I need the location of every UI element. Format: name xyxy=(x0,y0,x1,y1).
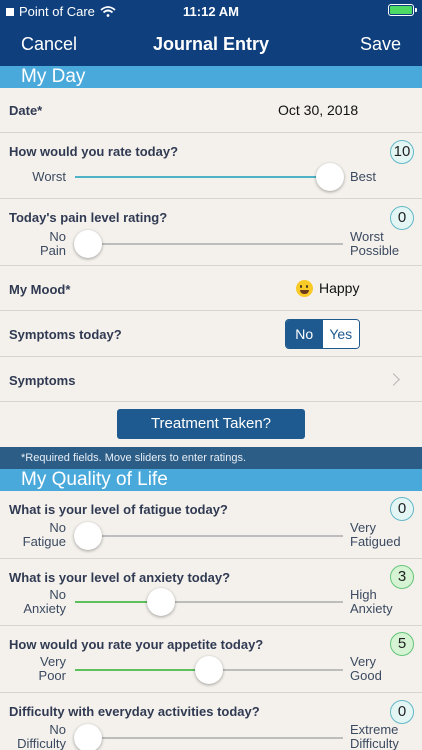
fatigue-min-label: No Fatigue xyxy=(0,521,66,549)
appetite-row: How would you rate your appetite today? … xyxy=(0,626,422,693)
date-value[interactable]: Oct 30, 2018 xyxy=(278,102,358,118)
fatigue-max-label-line1: Very xyxy=(350,520,377,535)
rate-today-value-badge: 10 xyxy=(390,140,414,164)
fatigue-value-badge: 0 xyxy=(390,497,414,521)
rate-today-min-label: Worst xyxy=(32,169,66,184)
pain-level-value-badge: 0 xyxy=(390,206,414,230)
fatigue-row: What is your level of fatigue today? 0 N… xyxy=(0,491,422,559)
fatigue-max-label: Very Fatigued xyxy=(350,521,401,549)
anxiety-value-badge: 3 xyxy=(390,565,414,589)
activities-max-label: Extreme Difficulty xyxy=(350,723,399,750)
slider-thumb[interactable] xyxy=(74,724,102,750)
fatigue-min-label-line2: Fatigue xyxy=(22,534,66,549)
anxiety-max-label-line1: High xyxy=(350,587,377,602)
mood-row[interactable]: My Mood* Happy xyxy=(0,266,422,311)
pain-level-min-label: No Pain xyxy=(0,230,66,258)
activities-min-label-line2: Difficulty xyxy=(17,736,66,750)
rate-today-max-label: Best xyxy=(350,169,377,184)
fatigue-min-label-line1: No xyxy=(49,520,66,535)
mood-value-text: Happy xyxy=(319,280,360,296)
section-header-my-day: My Day xyxy=(0,66,422,88)
appetite-slider[interactable] xyxy=(75,656,343,684)
pain-level-label: Today's pain level rating? xyxy=(9,210,168,225)
slider-thumb[interactable] xyxy=(316,163,344,191)
symptoms-no-option[interactable]: No xyxy=(286,320,323,348)
status-time: 11:12 AM xyxy=(183,4,239,19)
date-label: Date* xyxy=(9,103,43,118)
symptoms-today-row: Symptoms today? No Yes xyxy=(0,311,422,357)
anxiety-slider[interactable] xyxy=(75,588,343,616)
activities-min-label-line1: No xyxy=(49,722,66,737)
save-button[interactable]: Save xyxy=(360,34,401,55)
happy-face-icon xyxy=(296,279,313,297)
anxiety-min-label-line2: Anxiety xyxy=(23,601,66,616)
date-row[interactable]: Date* Oct 30, 2018 xyxy=(0,88,422,133)
appetite-min-label-line1: Very xyxy=(39,654,66,669)
pain-level-min-label-line2: Pain xyxy=(39,243,66,258)
activities-slider[interactable] xyxy=(74,724,343,750)
anxiety-max-label-line2: Anxiety xyxy=(350,601,393,616)
activities-max-label-line2: Difficulty xyxy=(350,736,399,750)
slider-thumb[interactable] xyxy=(195,656,223,684)
symptoms-label: Symptoms xyxy=(9,373,76,388)
activities-max-label-line1: Extreme xyxy=(350,722,399,737)
pain-level-min-label-line1: No xyxy=(49,229,66,244)
slider-fill xyxy=(75,176,330,178)
fatigue-slider[interactable] xyxy=(74,522,343,550)
activities-min-label: No Difficulty xyxy=(0,723,66,750)
pain-level-max-label: Worst Possible xyxy=(350,230,399,258)
appetite-max-label-line1: Very xyxy=(350,654,377,669)
slider-thumb[interactable] xyxy=(74,230,102,258)
battery-icon xyxy=(388,4,417,16)
chevron-right-icon xyxy=(387,373,400,386)
nav-bar: Cancel Journal Entry Save xyxy=(0,22,422,66)
appetite-max-label: Very Good xyxy=(350,655,382,683)
section-header-quality-of-life: My Quality of Life xyxy=(0,469,422,491)
activities-value-badge: 0 xyxy=(390,700,414,724)
fatigue-max-label-line2: Fatigued xyxy=(350,534,401,549)
pain-level-max-label-line1: Worst xyxy=(350,229,384,244)
status-right xyxy=(388,4,417,16)
activities-label: Difficulty with everyday activities toda… xyxy=(9,704,260,719)
anxiety-row: What is your level of anxiety today? 3 N… xyxy=(0,559,422,626)
anxiety-min-label-line1: No xyxy=(49,587,66,602)
slider-thumb[interactable] xyxy=(146,588,175,616)
rate-today-slider[interactable] xyxy=(75,163,344,191)
mood-value[interactable]: Happy xyxy=(296,279,360,298)
appetite-value-badge: 5 xyxy=(390,632,414,656)
slider-fill xyxy=(75,669,209,671)
pain-level-row: Today's pain level rating? 0 No Pain Wor… xyxy=(0,199,422,266)
mood-label: My Mood* xyxy=(9,282,71,297)
required-fields-note: *Required fields. Move sliders to enter … xyxy=(0,447,422,469)
appetite-min-label-line2: Poor xyxy=(38,668,66,683)
symptoms-yes-option[interactable]: Yes xyxy=(322,320,359,348)
pain-level-slider[interactable] xyxy=(74,230,343,258)
appetite-max-label-line2: Good xyxy=(350,668,382,683)
anxiety-max-label: High Anxiety xyxy=(350,588,393,616)
rate-today-label: How would you rate today? xyxy=(9,144,179,159)
symptoms-row[interactable]: Symptoms xyxy=(0,357,422,402)
page-title: Journal Entry xyxy=(152,34,270,54)
activities-row: Difficulty with everyday activities toda… xyxy=(0,693,422,750)
anxiety-label: What is your level of anxiety today? xyxy=(9,570,231,585)
slider-thumb[interactable] xyxy=(74,522,102,550)
appetite-label: How would you rate your appetite today? xyxy=(9,637,264,652)
rate-today-row: How would you rate today? 10 Worst Best xyxy=(0,133,422,199)
treatment-taken-button[interactable]: Treatment Taken? xyxy=(117,409,305,439)
symptoms-today-label: Symptoms today? xyxy=(9,327,122,342)
status-bar: Point of Care 11:12 AM xyxy=(0,0,422,22)
appetite-min-label: Very Poor xyxy=(0,655,66,683)
symptoms-today-toggle[interactable]: No Yes xyxy=(285,319,360,349)
pain-level-max-label-line2: Possible xyxy=(350,243,400,258)
fatigue-label: What is your level of fatigue today? xyxy=(9,502,228,517)
anxiety-min-label: No Anxiety xyxy=(0,588,66,616)
